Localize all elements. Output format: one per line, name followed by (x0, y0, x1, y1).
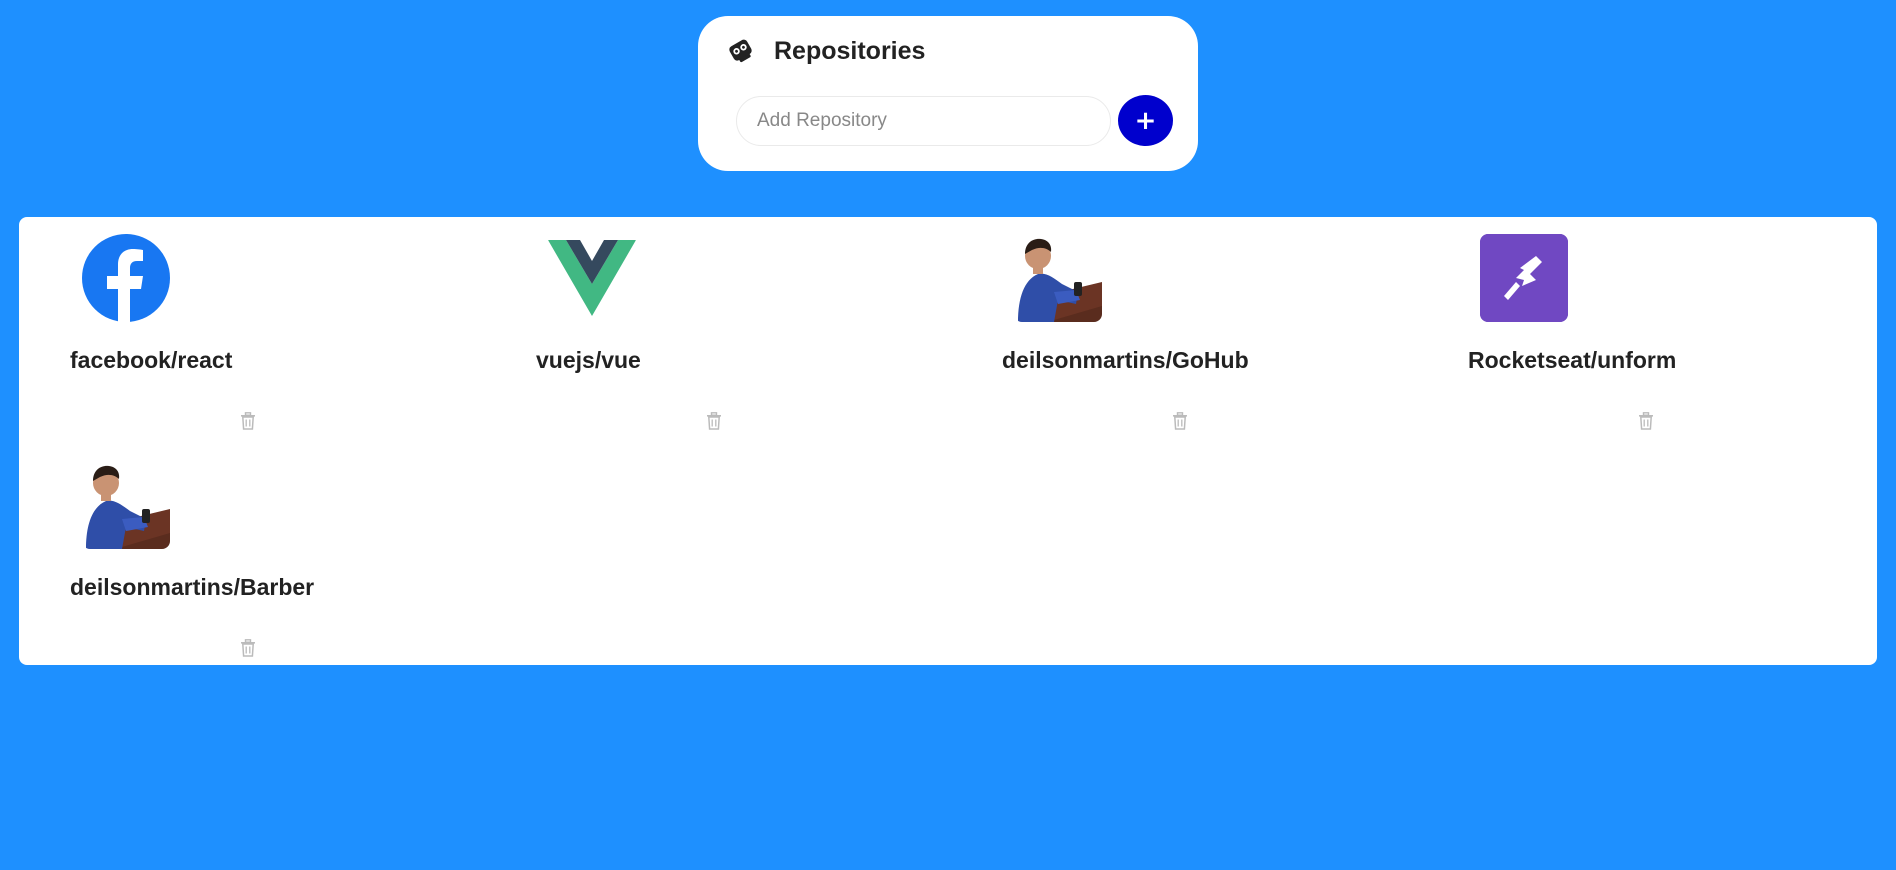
trash-icon (240, 411, 256, 433)
repository-name: Rocketseat/unform (1468, 347, 1677, 373)
delete-repository-button[interactable] (704, 410, 724, 434)
user-photo (1014, 234, 1102, 322)
repository-grid: facebook/react vuejs/vue deilsonmartins/… (19, 217, 1877, 665)
header-card: Repositories + (698, 16, 1198, 171)
page-title: Repositories (774, 36, 926, 65)
repository-name: deilsonmartins/GoHub (1002, 347, 1249, 373)
header-row: Repositories (726, 36, 925, 66)
vue-logo-icon (548, 234, 636, 322)
repository-icon (726, 36, 756, 66)
delete-repository-button[interactable] (1170, 410, 1190, 434)
trash-icon (1638, 411, 1654, 433)
add-repository-form: + (736, 95, 1173, 146)
repository-name: facebook/react (70, 347, 233, 373)
delete-repository-button[interactable] (238, 410, 258, 434)
trash-icon (240, 638, 256, 660)
delete-repository-button[interactable] (1636, 410, 1656, 434)
facebook-logo-icon (82, 234, 170, 322)
trash-icon (706, 411, 722, 433)
delete-repository-button[interactable] (238, 637, 258, 661)
rocketseat-logo-icon (1480, 234, 1568, 322)
trash-icon (1172, 411, 1188, 433)
add-repository-input[interactable] (736, 95, 1111, 146)
repository-name: vuejs/vue (536, 347, 641, 373)
add-repository-button[interactable]: + (1118, 95, 1173, 146)
repository-list-panel: facebook/react vuejs/vue deilsonmartins/… (19, 217, 1877, 665)
user-photo (82, 461, 170, 549)
repository-name: deilsonmartins/Barber (70, 574, 315, 600)
